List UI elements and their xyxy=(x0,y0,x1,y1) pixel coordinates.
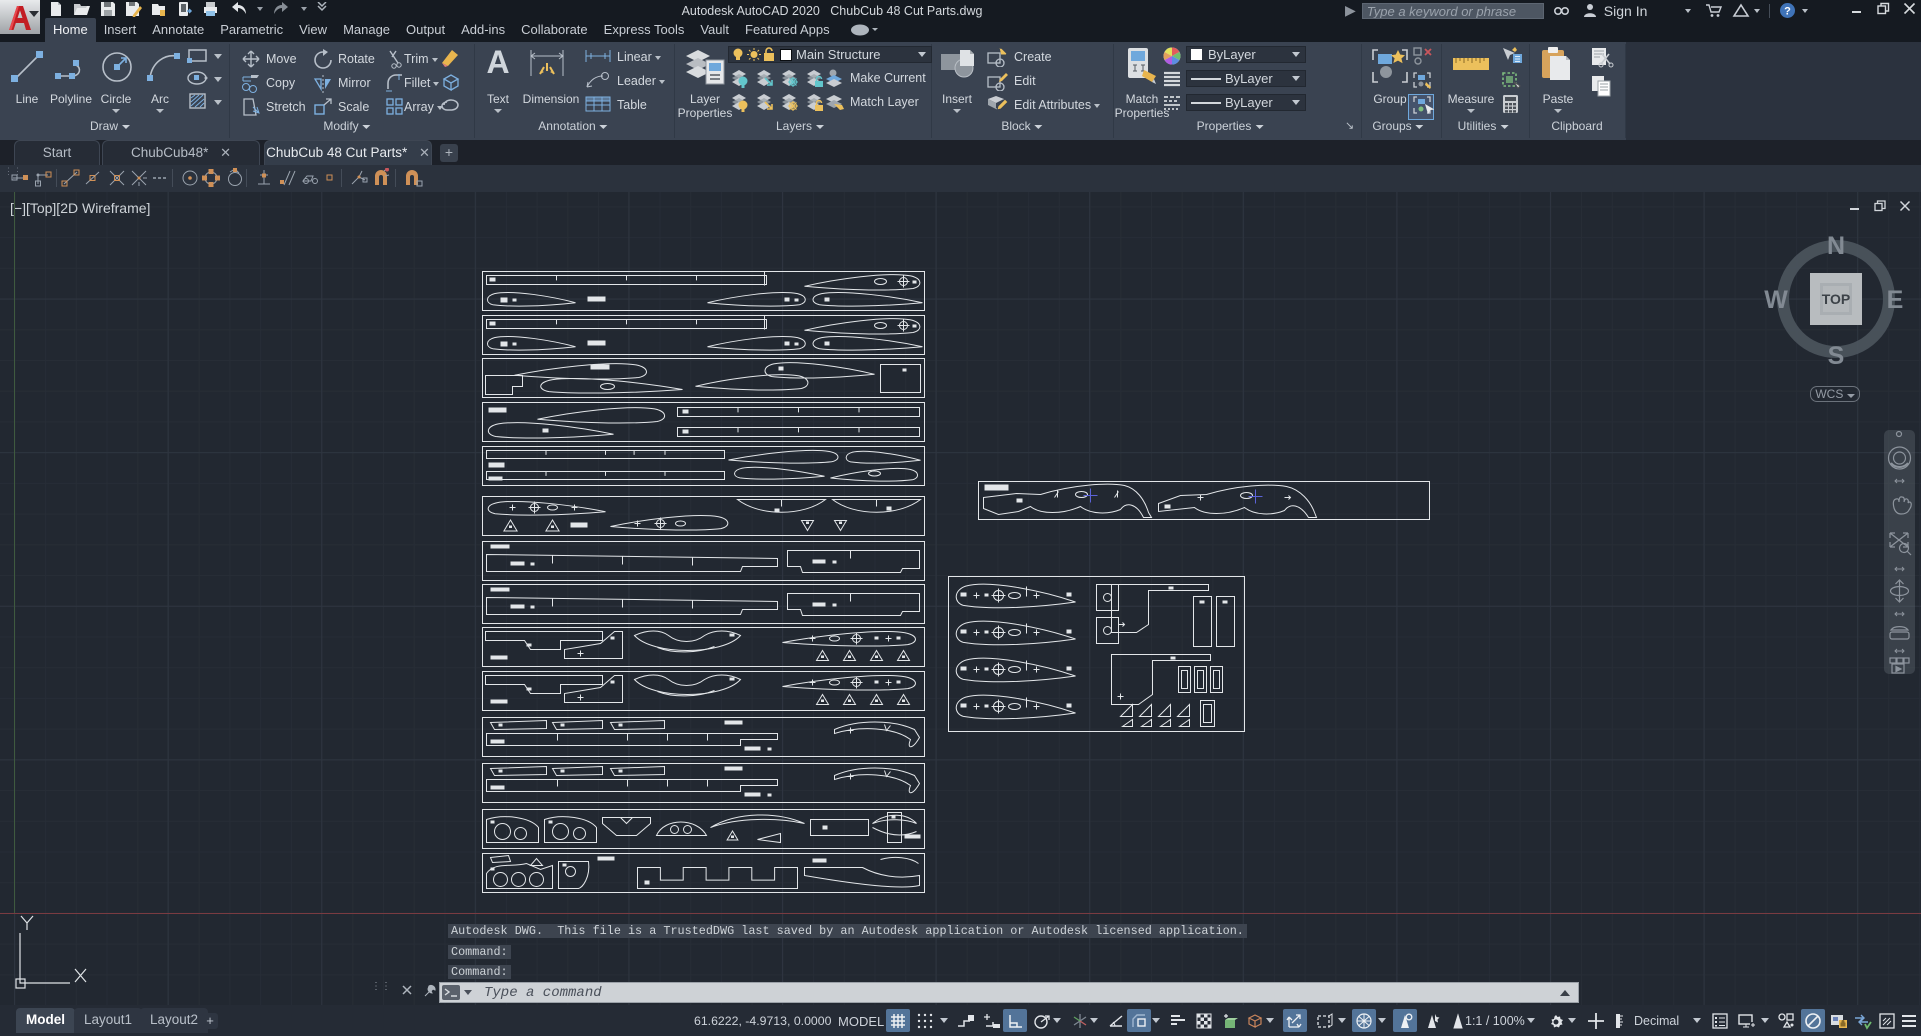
svg-text:A: A xyxy=(486,46,509,80)
svg-text:N: N xyxy=(1827,232,1845,260)
svg-text:TOP: TOP xyxy=(1822,291,1851,307)
svg-text:W: W xyxy=(1764,286,1788,314)
svg-text:?: ? xyxy=(1785,6,1792,18)
svg-text:S: S xyxy=(1828,342,1845,370)
svg-text:E: E xyxy=(1887,286,1904,314)
